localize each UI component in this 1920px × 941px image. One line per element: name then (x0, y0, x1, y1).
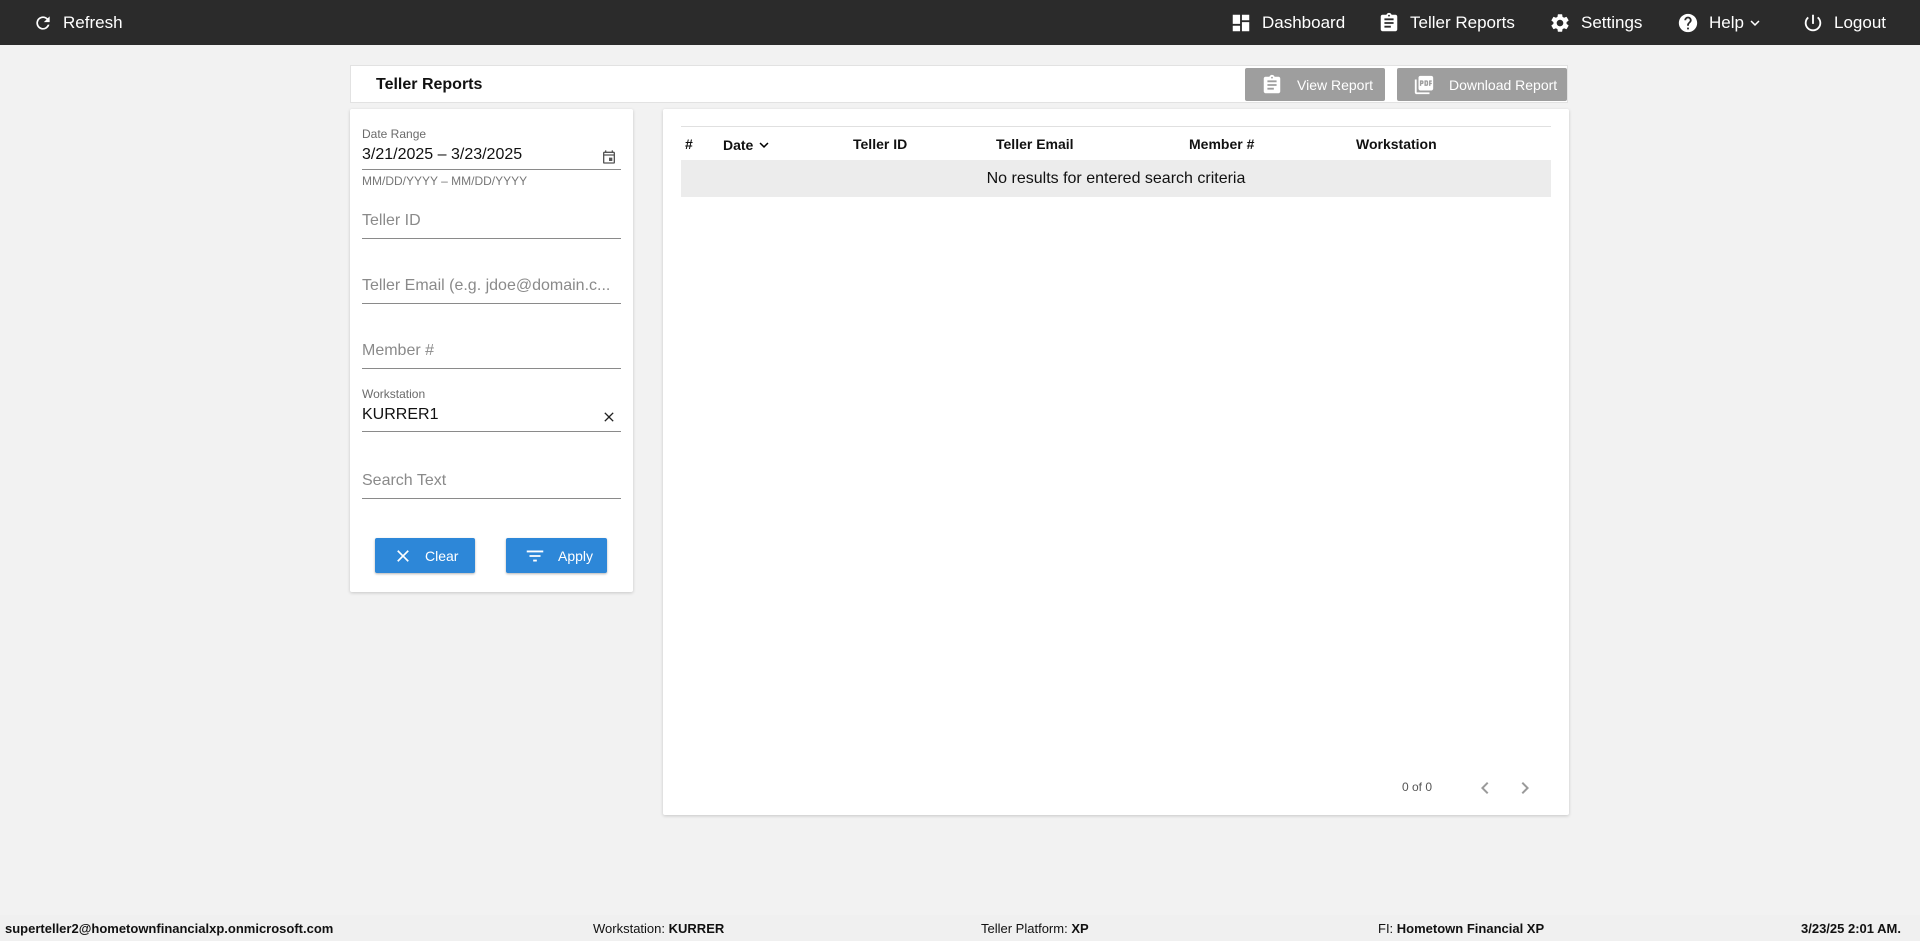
apply-label: Apply (558, 547, 594, 564)
status-workstation-value: KURRER (668, 921, 725, 936)
search-text-field[interactable]: Search Text (362, 472, 621, 506)
chevron-left-icon (1481, 782, 1489, 794)
nav-help-label: Help (1709, 12, 1744, 32)
download-report-label: Download Report (1449, 76, 1558, 93)
status-platform: Teller Platform: XP (981, 921, 1089, 936)
search-text-underline (362, 498, 621, 499)
close-icon[interactable] (601, 409, 617, 425)
member-number-underline (362, 368, 621, 369)
column-header-date[interactable]: Date (723, 136, 773, 154)
empty-results-message: No results for entered search criteria (681, 160, 1551, 197)
member-number-field[interactable]: Member # (362, 342, 621, 376)
column-header-member[interactable]: Member # (1189, 136, 1254, 152)
nav-dashboard[interactable]: Dashboard (1230, 0, 1345, 45)
sort-descending-icon (759, 142, 769, 148)
date-range-hint: MM/DD/YYYY – MM/DD/YYYY (362, 174, 528, 188)
view-report-label: View Report (1297, 76, 1374, 93)
nav-teller-reports[interactable]: Teller Reports (1378, 0, 1515, 45)
filter-icon (526, 550, 544, 561)
refresh-icon (36, 15, 50, 30)
power-icon (1804, 14, 1822, 31)
workstation-label: Workstation (362, 387, 426, 401)
teller-id-input[interactable]: Teller ID (362, 212, 612, 230)
next-page-button[interactable] (1513, 776, 1537, 805)
workstation-input[interactable]: KURRER1 (362, 406, 438, 424)
nav-settings-label: Settings (1581, 12, 1643, 32)
dashboard-icon (1232, 14, 1250, 31)
workstation-underline (362, 431, 621, 432)
clipboard-icon (1263, 74, 1281, 93)
nav-logout[interactable]: Logout (1802, 0, 1886, 45)
nav-settings[interactable]: Settings (1549, 0, 1642, 45)
column-header-number[interactable]: # (685, 136, 693, 152)
top-navigation-bar: Refresh Dashboard Teller Reports Setting… (0, 0, 1920, 45)
teller-email-underline (362, 303, 621, 304)
apply-button[interactable]: Apply (506, 538, 607, 573)
clear-button[interactable]: Clear (375, 538, 475, 573)
status-platform-value: XP (1071, 921, 1089, 936)
status-platform-label: Teller Platform: (981, 921, 1068, 936)
date-range-field[interactable]: Date Range 3/21/2025 – 3/23/2025 MM/DD/Y… (362, 127, 621, 203)
teller-id-field[interactable]: Teller ID (362, 212, 621, 246)
nav-dashboard-label: Dashboard (1262, 12, 1346, 32)
status-bar: superteller2@hometownfinancialxp.onmicro… (0, 915, 1920, 941)
teller-email-input[interactable]: Teller Email (e.g. jdoe@domain.c... (362, 277, 612, 295)
search-text-input[interactable]: Search Text (362, 472, 612, 490)
column-header-workstation[interactable]: Workstation (1356, 136, 1437, 152)
gear-icon (1551, 13, 1569, 32)
status-user: superteller2@hometownfinancialxp.onmicro… (5, 921, 334, 936)
clipboard-icon (1380, 12, 1398, 31)
teller-email-field[interactable]: Teller Email (e.g. jdoe@domain.c... (362, 277, 621, 311)
calendar-icon[interactable] (601, 149, 617, 165)
chevron-right-icon (1521, 782, 1529, 794)
previous-page-button[interactable] (1473, 776, 1497, 805)
date-range-value[interactable]: 3/21/2025 – 3/23/2025 (362, 146, 522, 164)
workstation-field[interactable]: Workstation KURRER1 (362, 387, 621, 439)
pdf-icon (1414, 75, 1434, 94)
refresh-label: Refresh (63, 12, 123, 32)
download-report-button[interactable]: Download Report (1397, 68, 1567, 101)
column-header-date-label: Date (723, 137, 754, 153)
filter-panel: Date Range 3/21/2025 – 3/23/2025 MM/DD/Y… (350, 109, 633, 592)
nav-teller-reports-label: Teller Reports (1410, 12, 1515, 32)
view-report-button[interactable]: View Report (1245, 68, 1385, 101)
teller-id-underline (362, 238, 621, 239)
page-title: Teller Reports (376, 76, 483, 93)
table-header: # Date Teller ID Teller Email Member # W… (681, 126, 1551, 161)
clear-label: Clear (425, 547, 459, 564)
status-workstation: Workstation: KURRER (593, 921, 724, 936)
status-fi-value: Hometown Financial XP (1396, 921, 1545, 936)
close-icon (397, 549, 409, 562)
help-icon (1678, 13, 1698, 32)
date-range-label: Date Range (362, 127, 427, 141)
status-fi: FI: Hometown Financial XP (1378, 921, 1544, 936)
date-range-underline (362, 169, 621, 170)
refresh-button[interactable]: Refresh (33, 0, 123, 45)
member-number-input[interactable]: Member # (362, 342, 612, 360)
column-header-teller-email[interactable]: Teller Email (996, 136, 1074, 152)
results-panel: # Date Teller ID Teller Email Member # W… (663, 109, 1569, 815)
column-header-teller-id[interactable]: Teller ID (853, 136, 907, 152)
chevron-down-icon (1750, 19, 1760, 26)
status-workstation-label: Workstation: (593, 921, 666, 936)
nav-logout-label: Logout (1834, 12, 1886, 32)
nav-help[interactable]: Help (1677, 0, 1764, 45)
status-datetime: 3/23/25 2:01 AM. (1801, 921, 1901, 936)
pager-range: 0 of 0 (1402, 780, 1433, 794)
status-fi-label: FI: (1378, 921, 1394, 936)
page-header: Teller Reports View Report Download Repo… (350, 65, 1568, 103)
